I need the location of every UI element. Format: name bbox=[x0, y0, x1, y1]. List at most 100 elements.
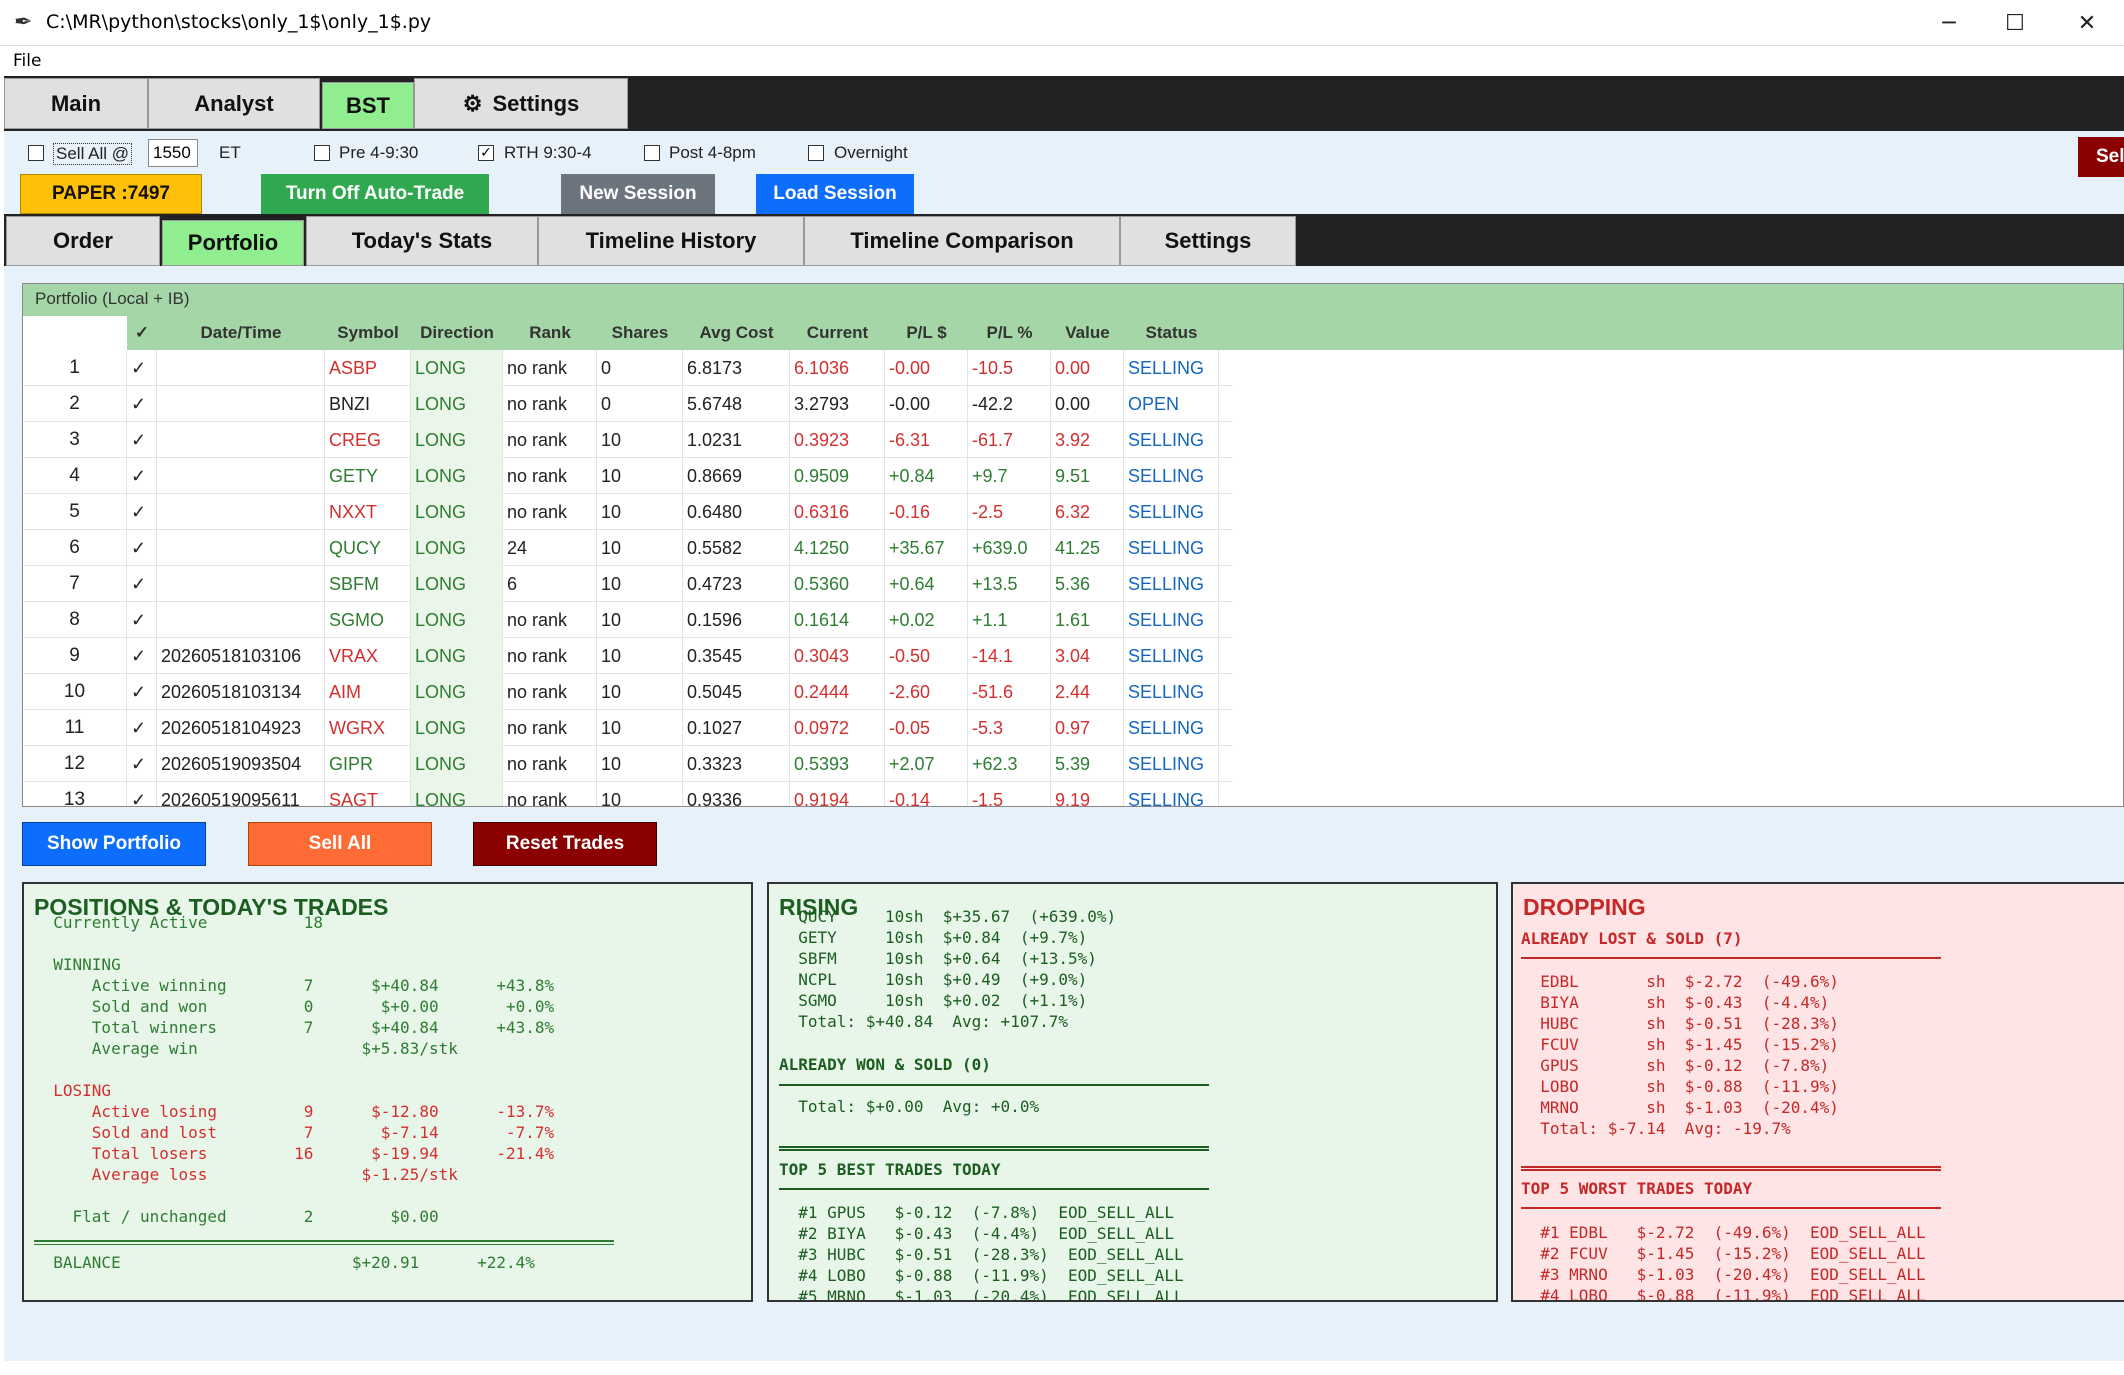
symbol-cell: NXXT bbox=[325, 494, 411, 530]
tab-sub-settings[interactable]: Settings bbox=[1120, 216, 1296, 266]
load-session-button[interactable]: Load Session bbox=[756, 174, 914, 214]
pl-percent-cell: -10.5 bbox=[968, 350, 1051, 386]
tab-todays-stats[interactable]: Today's Stats bbox=[306, 216, 538, 266]
close-button[interactable]: ✕ bbox=[2052, 0, 2122, 46]
symbol-cell: GIPR bbox=[325, 746, 411, 782]
table-row[interactable]: 5 ✓ NXXT LONG no rank 10 0.6480 0.6316 -0.16 -2.5… bbox=[23, 494, 1233, 530]
table-row[interactable]: 11 ✓ 20260518104923 WGRX LONG no rank 10 0.1027… bbox=[23, 710, 1233, 746]
tab-order[interactable]: Order bbox=[6, 216, 160, 266]
rank-cell: no rank bbox=[503, 710, 597, 746]
table-row[interactable]: 12 ✓ 20260519093504 GIPR LONG no rank 10 0.3323… bbox=[23, 746, 1233, 782]
sell-edge-button[interactable]: Sel bbox=[2078, 137, 2124, 177]
column-header[interactable]: P/L $ bbox=[885, 316, 968, 350]
table-row[interactable]: 2 ✓ BNZI LONG no rank 0 5.6748 3.2793 -0.00 -42.2… bbox=[23, 386, 1233, 422]
rank-cell: no rank bbox=[503, 674, 597, 710]
check-cell: ✓ bbox=[127, 638, 157, 674]
datetime-cell bbox=[157, 350, 325, 386]
pl-percent-cell: -5.3 bbox=[968, 710, 1051, 746]
paper-account-button[interactable]: PAPER :7497 bbox=[20, 174, 202, 214]
shares-cell: 10 bbox=[597, 494, 683, 530]
pl-dollar-cell: +0.84 bbox=[885, 458, 968, 494]
text-line: WINNING bbox=[34, 955, 121, 974]
pl-percent-cell: -14.1 bbox=[968, 638, 1051, 674]
reset-trades-button[interactable]: Reset Trades bbox=[473, 822, 657, 866]
text-line: SGMO 10sh $+0.02 (+1.1%) bbox=[779, 991, 1088, 1010]
dropping-panel: DROPPING ALREADY LOST & SOLD (7) EDBL sh… bbox=[1511, 882, 2124, 1302]
table-row[interactable]: 13 ✓ 20260519095611 SAGT LONG no rank 10 0.9336… bbox=[23, 782, 1233, 806]
table-row[interactable]: 3 ✓ CREG LONG no rank 10 1.0231 0.3923 -6.31 -61.… bbox=[23, 422, 1233, 458]
table-row[interactable]: 1 ✓ ASBP LONG no rank 0 6.8173 6.1036 -0.00 -10.5… bbox=[23, 350, 1233, 386]
pl-dollar-cell: -0.50 bbox=[885, 638, 968, 674]
show-portfolio-button[interactable]: Show Portfolio bbox=[22, 822, 206, 866]
maximize-button[interactable]: ☐ bbox=[1980, 0, 2050, 46]
shares-cell: 10 bbox=[597, 458, 683, 494]
rth-checkbox[interactable]: ✓ bbox=[478, 145, 494, 161]
text-line: EDBL sh $-2.72 (-49.6%) bbox=[1521, 972, 1839, 991]
rank-cell: no rank bbox=[503, 386, 597, 422]
tab-portfolio[interactable]: Portfolio bbox=[162, 220, 304, 266]
pl-dollar-cell: -6.31 bbox=[885, 422, 968, 458]
column-header[interactable]: Status bbox=[1124, 316, 1219, 350]
minimize-button[interactable]: ─ bbox=[1914, 0, 1984, 46]
column-header[interactable]: Direction bbox=[411, 316, 503, 350]
tab-bst[interactable]: BST bbox=[322, 82, 414, 129]
datetime-cell bbox=[157, 494, 325, 530]
pl-percent-cell: +62.3 bbox=[968, 746, 1051, 782]
text-line: MRNO sh $-1.03 (-20.4%) bbox=[1521, 1098, 1839, 1117]
row-number: 13 bbox=[23, 782, 127, 806]
column-header[interactable]: Shares bbox=[597, 316, 683, 350]
table-row[interactable]: 8 ✓ SGMO LONG no rank 10 0.1596 0.1614 +0.02 +1.1… bbox=[23, 602, 1233, 638]
column-header[interactable]: Symbol bbox=[325, 316, 411, 350]
value-cell: 41.25 bbox=[1051, 530, 1124, 566]
pl-dollar-cell: -0.05 bbox=[885, 710, 968, 746]
tab-timeline-history[interactable]: Timeline History bbox=[538, 216, 804, 266]
feather-icon: ✒ bbox=[14, 10, 33, 35]
current-cell: 0.2444 bbox=[790, 674, 885, 710]
menu-file[interactable]: File bbox=[13, 51, 41, 71]
datetime-cell bbox=[157, 566, 325, 602]
column-header[interactable]: Avg Cost bbox=[683, 316, 790, 350]
table-row[interactable]: 7 ✓ SBFM LONG 6 10 0.4723 0.5360 +0.64 +13.5 5.36 S… bbox=[23, 566, 1233, 602]
new-session-button[interactable]: New Session bbox=[561, 174, 715, 214]
direction-cell: LONG bbox=[411, 710, 503, 746]
rank-cell: no rank bbox=[503, 494, 597, 530]
column-header[interactable]: P/L % bbox=[968, 316, 1051, 350]
text-line: Currently Active 18 bbox=[34, 913, 323, 932]
symbol-cell: QUCY bbox=[325, 530, 411, 566]
direction-cell: LONG bbox=[411, 530, 503, 566]
sell-all-button[interactable]: Sell All bbox=[248, 822, 432, 866]
post-checkbox[interactable] bbox=[644, 145, 660, 161]
tab-settings[interactable]: ⚙ Settings bbox=[414, 78, 628, 129]
pre-checkbox[interactable] bbox=[314, 145, 330, 161]
column-header[interactable]: Value bbox=[1051, 316, 1124, 350]
table-row[interactable]: 4 ✓ GETY LONG no rank 10 0.8669 0.9509 +0.84 +9.7… bbox=[23, 458, 1233, 494]
column-header[interactable]: Rank bbox=[503, 316, 597, 350]
direction-cell: LONG bbox=[411, 494, 503, 530]
column-header[interactable]: Date/Time bbox=[157, 316, 325, 350]
shares-cell: 10 bbox=[597, 530, 683, 566]
table-body[interactable]: 1 ✓ ASBP LONG no rank 0 6.8173 6.1036 -0.00 -10.5… bbox=[23, 350, 1233, 806]
column-header[interactable]: Current bbox=[790, 316, 885, 350]
tab-main[interactable]: Main bbox=[4, 78, 148, 129]
avg-cost-cell: 0.3323 bbox=[683, 746, 790, 782]
balance-line: BALANCE $+20.91 +22.4% bbox=[34, 1253, 535, 1272]
symbol-cell: BNZI bbox=[325, 386, 411, 422]
auto-trade-button[interactable]: Turn Off Auto-Trade bbox=[261, 174, 489, 214]
check-cell: ✓ bbox=[127, 530, 157, 566]
text-line: GPUS sh $-0.12 (-7.8%) bbox=[1521, 1056, 1830, 1075]
table-row[interactable]: 9 ✓ 20260518103106 VRAX LONG no rank 10 0.3545 0… bbox=[23, 638, 1233, 674]
sell-all-time-input[interactable] bbox=[148, 139, 198, 167]
direction-cell: LONG bbox=[411, 638, 503, 674]
table-row[interactable]: 10 ✓ 20260518103134 AIM LONG no rank 10 0.5045 0… bbox=[23, 674, 1233, 710]
check-cell: ✓ bbox=[127, 494, 157, 530]
overnight-checkbox[interactable] bbox=[808, 145, 824, 161]
current-cell: 3.2793 bbox=[790, 386, 885, 422]
best-divider-top bbox=[779, 1146, 1209, 1151]
table-row[interactable]: 6 ✓ QUCY LONG 24 10 0.5582 4.1250 +35.67 +639.0 41… bbox=[23, 530, 1233, 566]
tab-timeline-comparison[interactable]: Timeline Comparison bbox=[804, 216, 1120, 266]
tab-analyst[interactable]: Analyst bbox=[148, 78, 320, 129]
main-tab-bar: Main Analyst BST ⚙ Settings bbox=[4, 76, 2124, 131]
sell-all-checkbox[interactable] bbox=[28, 145, 44, 161]
column-header[interactable]: ✓ bbox=[127, 316, 157, 350]
won-title: ALREADY WON & SOLD (0) bbox=[779, 1055, 991, 1074]
